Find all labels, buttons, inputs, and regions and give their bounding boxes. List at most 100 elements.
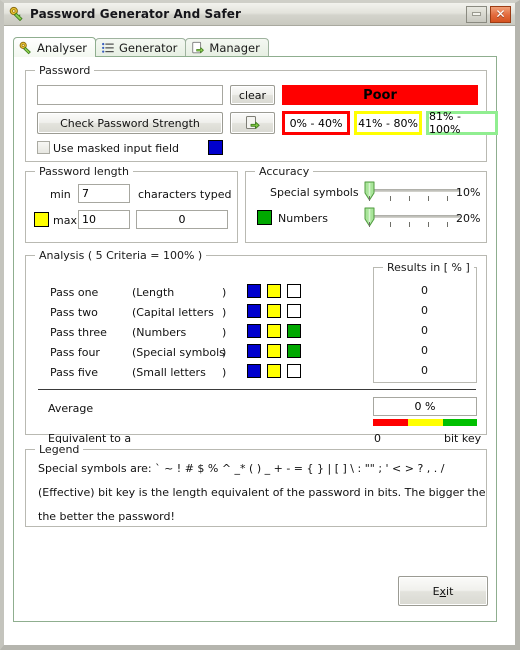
special-symbols-value: 10% bbox=[456, 186, 481, 199]
result-value-4: 0 bbox=[421, 344, 428, 357]
max-color-swatch bbox=[34, 212, 49, 227]
result-value-2: 0 bbox=[421, 304, 428, 317]
analysis-divider bbox=[38, 389, 476, 390]
legend-group: Legend Special symbols are: ` ~ ! # $ % … bbox=[25, 443, 487, 527]
pass-one-criteria: (Length bbox=[132, 286, 175, 299]
pass-five-swatch-2 bbox=[267, 364, 281, 378]
numbers-color-swatch bbox=[257, 210, 272, 225]
special-symbols-slider-ticks bbox=[362, 196, 466, 204]
range-low-label: 0% - 40% bbox=[289, 116, 343, 130]
tab-analyser[interactable]: Analyser bbox=[13, 37, 96, 57]
pass-one-label: Pass one bbox=[50, 286, 99, 299]
pass-three-label: Pass three bbox=[50, 326, 107, 339]
gradient-yellow bbox=[408, 419, 443, 426]
max-label: max bbox=[53, 214, 77, 227]
range-high-label: 81% - 100% bbox=[429, 110, 461, 136]
special-symbols-label: Special symbols bbox=[270, 186, 359, 199]
pass-three-swatch-2 bbox=[267, 324, 281, 338]
password-length-group: Password length min characters typed max… bbox=[25, 165, 238, 243]
close-button[interactable]: ✕ bbox=[490, 5, 511, 23]
tab-manager[interactable]: Manager bbox=[185, 38, 269, 57]
characters-typed-value: 0 bbox=[136, 210, 228, 229]
pass-three-swatch-3 bbox=[287, 324, 301, 338]
exit-button-label: Exit bbox=[432, 584, 454, 598]
results-group: Results in [ % ] 0 0 0 0 0 bbox=[373, 261, 477, 383]
pass-five-criteria: (Small letters bbox=[132, 366, 206, 379]
pass-four-swatch-3 bbox=[287, 344, 301, 358]
legend-line-1: Special symbols are: ` ~ ! # $ % ^ _* ( … bbox=[38, 462, 445, 475]
window-title: Password Generator And Safer bbox=[30, 7, 242, 21]
minimize-button[interactable] bbox=[466, 5, 487, 23]
legend-group-title: Legend bbox=[35, 443, 84, 456]
masked-color-swatch bbox=[208, 140, 223, 155]
password-group: Password clear Poor Check Password Stren… bbox=[25, 64, 498, 162]
check-password-strength-label: Check Password Strength bbox=[60, 116, 200, 130]
pass-four-swatch-2 bbox=[267, 344, 281, 358]
page-arrow-icon bbox=[191, 41, 205, 55]
exit-mnemonic: x bbox=[439, 584, 447, 598]
equivalent-value: 0 bbox=[374, 432, 381, 445]
pass-five-swatch-3 bbox=[287, 364, 301, 378]
accuracy-group-title: Accuracy bbox=[255, 165, 314, 178]
pass-three-paren: ) bbox=[222, 326, 227, 339]
average-value: 0 % bbox=[373, 397, 477, 416]
min-length-input[interactable] bbox=[78, 184, 130, 203]
legend-line-3: the better the password! bbox=[38, 510, 175, 523]
tab-panel-analyser: Password clear Poor Check Password Stren… bbox=[13, 56, 498, 622]
pass-three-criteria: (Numbers bbox=[132, 326, 187, 339]
pass-two-label: Pass two bbox=[50, 306, 98, 319]
use-masked-input-checkbox[interactable] bbox=[37, 141, 50, 154]
tab-strip: Analyser Generator Manager bbox=[13, 37, 495, 57]
range-box-high: 81% - 100% bbox=[426, 110, 498, 136]
min-label: min bbox=[50, 188, 71, 201]
pass-four-label: Pass four bbox=[50, 346, 100, 359]
result-value-3: 0 bbox=[421, 324, 428, 337]
client-area: Analyser Generator Manager Password clea… bbox=[4, 26, 515, 645]
check-password-strength-button[interactable]: Check Password Strength bbox=[37, 112, 223, 134]
gradient-red bbox=[373, 419, 408, 426]
equivalent-unit: bit key bbox=[444, 432, 482, 445]
pass-four-swatch-1 bbox=[247, 344, 261, 358]
application-window: Password Generator And Safer ✕ Analyser bbox=[0, 0, 520, 650]
analysis-group-title: Analysis ( 5 Criteria = 100% ) bbox=[35, 249, 207, 262]
key-icon bbox=[9, 6, 25, 22]
results-group-title: Results in [ % ] bbox=[383, 261, 474, 274]
numbers-slider[interactable] bbox=[362, 207, 466, 233]
pass-one-swatch-3 bbox=[287, 284, 301, 298]
average-label: Average bbox=[48, 402, 94, 415]
password-input[interactable] bbox=[37, 85, 223, 105]
tab-analyser-label: Analyser bbox=[37, 40, 87, 55]
list-icon bbox=[101, 41, 115, 55]
password-length-group-title: Password length bbox=[35, 165, 133, 178]
special-symbols-slider[interactable] bbox=[362, 181, 466, 207]
pass-three-swatch-1 bbox=[247, 324, 261, 338]
max-length-input[interactable] bbox=[78, 210, 130, 229]
analysis-group: Analysis ( 5 Criteria = 100% ) Results i… bbox=[25, 249, 487, 445]
exit-button[interactable]: Exit bbox=[398, 576, 488, 606]
pass-five-paren: ) bbox=[222, 366, 227, 379]
pass-two-swatch-1 bbox=[247, 304, 261, 318]
pass-two-criteria: (Capital letters bbox=[132, 306, 214, 319]
clear-button[interactable]: clear bbox=[230, 85, 275, 105]
page-arrow-icon bbox=[245, 115, 261, 131]
range-box-low: 0% - 40% bbox=[282, 111, 350, 135]
tab-manager-label: Manager bbox=[209, 41, 260, 55]
password-group-title: Password bbox=[35, 64, 95, 77]
strength-label: Poor bbox=[363, 87, 397, 103]
pass-two-paren: ) bbox=[222, 306, 227, 319]
characters-typed-label: characters typed bbox=[138, 188, 232, 201]
pass-one-swatch-2 bbox=[267, 284, 281, 298]
gradient-green bbox=[443, 419, 477, 426]
tab-generator[interactable]: Generator bbox=[95, 38, 187, 57]
pass-four-criteria: (Special symbols bbox=[132, 346, 225, 359]
clear-button-label: clear bbox=[238, 88, 267, 102]
pass-five-label: Pass five bbox=[50, 366, 99, 379]
strength-bar: Poor bbox=[282, 85, 478, 105]
pass-five-swatch-1 bbox=[247, 364, 261, 378]
pass-four-paren: ) bbox=[222, 346, 227, 359]
pass-two-swatch-3 bbox=[287, 304, 301, 318]
numbers-label: Numbers bbox=[278, 212, 328, 225]
numbers-slider-ticks bbox=[362, 222, 466, 230]
transfer-password-button[interactable] bbox=[230, 112, 275, 134]
pass-two-swatch-2 bbox=[267, 304, 281, 318]
